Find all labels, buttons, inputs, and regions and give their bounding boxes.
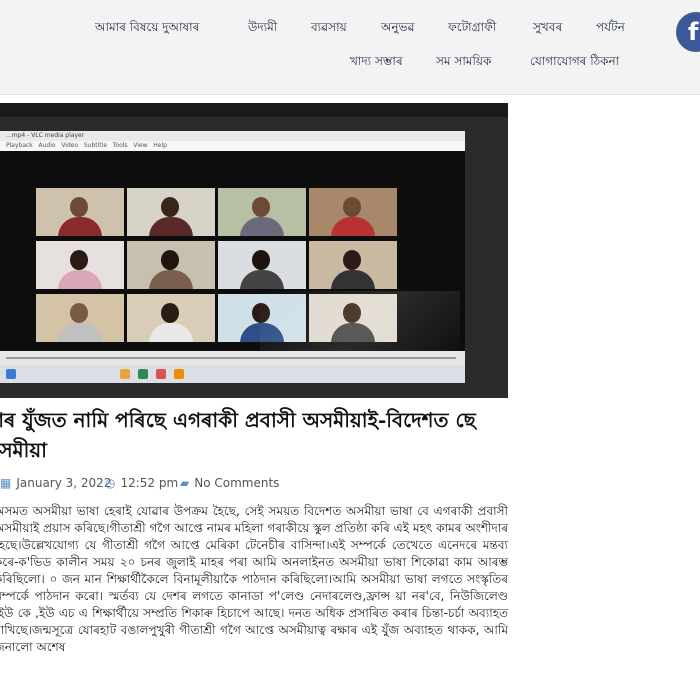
vlc-menu-bar: Playback Audio Video Subtitle Tools View… bbox=[0, 141, 465, 151]
nav-row-secondary: খাদ্য সম্ভাৰ সম সাময়িক যোগাযোগৰ ঠিকনা bbox=[0, 53, 700, 77]
nav-item-feelings[interactable]: অনুভৱ bbox=[381, 19, 415, 39]
nav-item-business[interactable]: ব্যৱসায় bbox=[311, 19, 347, 39]
post-date[interactable]: ▦ January 3, 2022 bbox=[0, 476, 111, 490]
nav-item-photography[interactable]: ফটোগ্ৰাফী bbox=[448, 19, 496, 39]
participant-tile bbox=[127, 188, 215, 236]
player-controls bbox=[0, 351, 465, 365]
folder-icon bbox=[120, 369, 130, 379]
article-body: অসমত অসমীয়া ভাষা হেৰাই যোৱাৰ উপক্ৰম হৈছ… bbox=[0, 504, 508, 654]
nav-item-about[interactable]: আমাৰ বিষয়ে দুআষাৰ bbox=[95, 19, 199, 39]
windows-taskbar bbox=[0, 365, 465, 383]
nav-item-good-news[interactable]: সুখবৰ bbox=[533, 19, 562, 39]
nav-item-food[interactable]: খাদ্য সম্ভাৰ bbox=[350, 53, 403, 73]
post-time: ◷ 12:52 pm bbox=[105, 476, 179, 490]
vlc-icon bbox=[174, 369, 184, 379]
clock-icon: ◷ bbox=[105, 476, 116, 490]
participant-tile bbox=[218, 188, 306, 236]
comment-icon: ▰ bbox=[180, 476, 190, 490]
participant-tile bbox=[36, 241, 124, 289]
nav-item-tourism[interactable]: পৰ্যটন bbox=[596, 19, 625, 39]
post-meta: ▦ January 3, 2022 ◷ 12:52 pm ▰ No Comments bbox=[0, 476, 520, 494]
monitor-screen: ...mp4 - VLC media player Playback Audio… bbox=[0, 131, 465, 383]
facebook-icon[interactable]: f bbox=[676, 12, 700, 52]
nav-item-current[interactable]: সম সাময়িক bbox=[436, 53, 491, 73]
participant-tile bbox=[36, 188, 124, 236]
site-header: আমাৰ বিষয়ে দুআষাৰ উদ্যমী ব্যৱসায় অনুভৱ… bbox=[0, 0, 700, 95]
participant-tile bbox=[218, 241, 306, 289]
nav-row-primary: আমাৰ বিষয়ে দুআষাৰ উদ্যমী ব্যৱসায় অনুভৱ… bbox=[0, 19, 700, 43]
participant-tile bbox=[309, 241, 397, 289]
nav-item-entrepreneur[interactable]: উদ্যমী bbox=[248, 19, 277, 39]
seek-bar[interactable] bbox=[6, 357, 456, 359]
post-comments[interactable]: ▰ No Comments bbox=[180, 476, 279, 490]
participant-tile bbox=[127, 294, 215, 342]
article-title: ক্ষাৰ যুঁজত নামি পৰিছে এগৰাকী প্ৰবাসী অস… bbox=[0, 408, 476, 462]
start-icon bbox=[6, 369, 16, 379]
calendar-icon: ▦ bbox=[0, 476, 12, 490]
vlc-window-title: ...mp4 - VLC media player bbox=[0, 131, 465, 141]
nav-item-contact[interactable]: যোগাযোগৰ ঠিকনা bbox=[530, 53, 619, 73]
participant-tile bbox=[36, 294, 124, 342]
video-call-grid bbox=[0, 151, 465, 371]
featured-image: ...mp4 - VLC media player Playback Audio… bbox=[0, 103, 508, 398]
browser-icon bbox=[138, 369, 148, 379]
app-icon bbox=[156, 369, 166, 379]
participant-tile bbox=[127, 241, 215, 289]
participant-tile bbox=[309, 188, 397, 236]
